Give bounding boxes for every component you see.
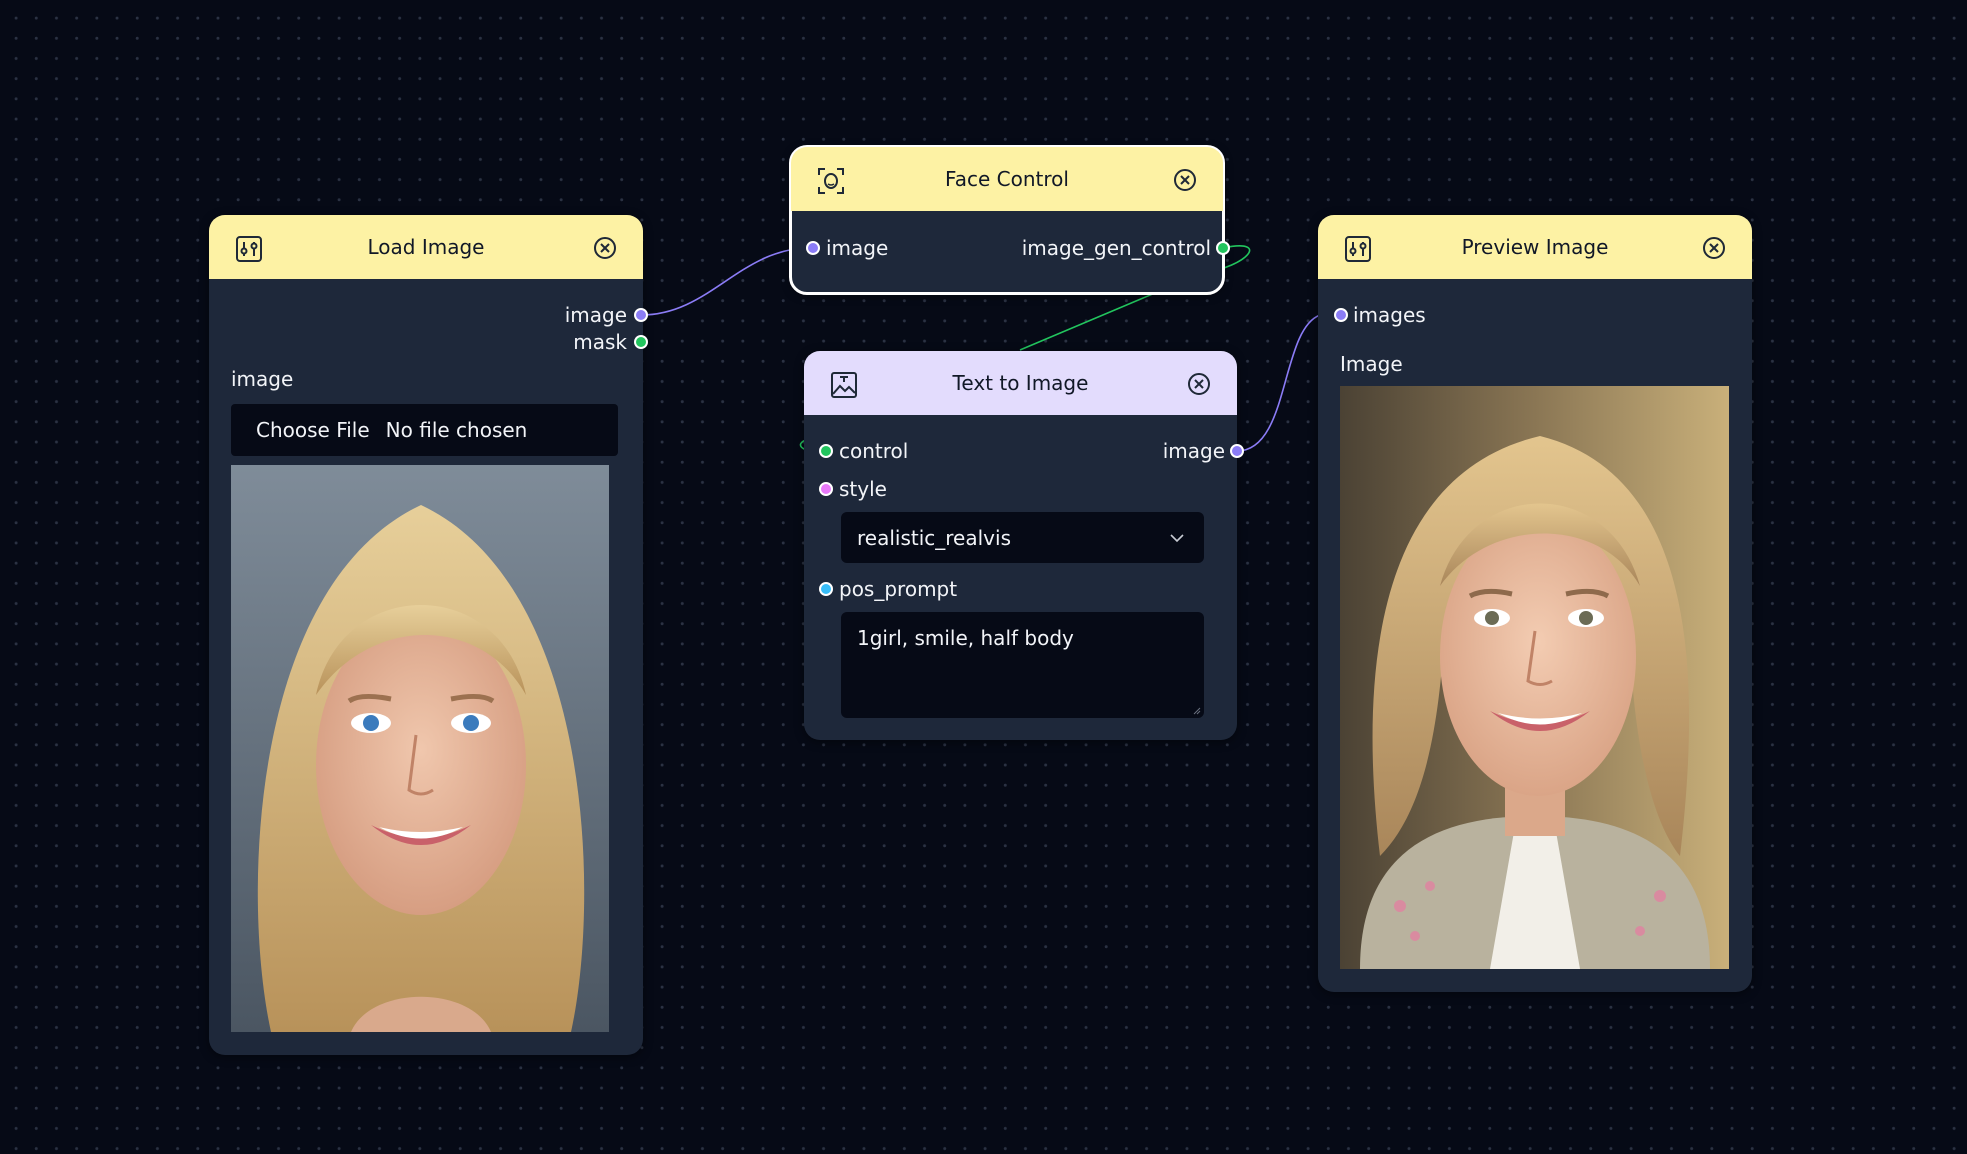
resize-handle-icon[interactable]: [1193, 707, 1201, 715]
style-selected-value: realistic_realvis: [857, 525, 1011, 550]
output-image-label: image: [564, 303, 627, 327]
choose-file-button[interactable]: Choose File: [256, 418, 370, 442]
image-field-label: Image: [1340, 352, 1403, 376]
generated-image-preview: [1340, 386, 1729, 969]
close-icon[interactable]: [593, 236, 617, 260]
node-title: Face Control: [945, 167, 1069, 191]
output-image-port[interactable]: [1230, 444, 1244, 458]
input-control-port[interactable]: [819, 444, 833, 458]
node-title: Preview Image: [1461, 235, 1609, 259]
close-icon[interactable]: [1173, 168, 1197, 192]
image-text-icon: [831, 372, 857, 398]
text-to-image-node[interactable]: Text to Image control image style realis…: [804, 351, 1237, 740]
pos-prompt-textarea[interactable]: 1girl, smile, half body: [841, 612, 1204, 718]
close-icon[interactable]: [1702, 236, 1726, 260]
portrait-image: [231, 465, 609, 1032]
input-images-label: images: [1353, 303, 1426, 327]
load-image-node[interactable]: Load Image image mask image Choose File …: [209, 215, 643, 1055]
face-control-node[interactable]: Face Control image image_gen_control: [789, 145, 1225, 295]
load-image-header[interactable]: Load Image: [209, 215, 643, 279]
input-pos-prompt-port[interactable]: [819, 582, 833, 596]
input-control-label: control: [839, 439, 909, 463]
close-icon[interactable]: [1187, 372, 1211, 396]
preview-image-node[interactable]: Preview Image images Image: [1318, 215, 1752, 992]
input-pos-prompt-label: pos_prompt: [839, 577, 958, 601]
output-mask-label: mask: [573, 330, 627, 354]
input-images-port[interactable]: [1334, 308, 1348, 322]
style-select[interactable]: realistic_realvis: [841, 512, 1204, 563]
output-image-label: image: [1162, 439, 1225, 463]
uploaded-image-preview: [231, 465, 609, 1032]
node-title: Text to Image: [952, 371, 1089, 395]
face-scan-icon: [818, 168, 844, 194]
generated-portrait-image: [1340, 386, 1729, 969]
sliders-icon: [1345, 236, 1371, 262]
pos-prompt-text: 1girl, smile, half body: [857, 626, 1074, 650]
image-field-label: image: [231, 367, 294, 391]
input-style-port[interactable]: [819, 482, 833, 496]
preview-image-header[interactable]: Preview Image: [1318, 215, 1752, 279]
text-to-image-header[interactable]: Text to Image: [804, 351, 1237, 415]
wire-image-to-face-control: [640, 247, 811, 316]
input-image-port[interactable]: [806, 241, 820, 255]
output-image-port[interactable]: [634, 308, 648, 322]
file-input[interactable]: Choose File No file chosen: [231, 404, 618, 456]
wire-text-to-image-to-preview: [1236, 314, 1321, 452]
input-style-label: style: [839, 477, 887, 501]
chevron-down-icon: [1170, 533, 1184, 542]
node-title: Load Image: [367, 235, 485, 259]
face-control-header[interactable]: Face Control: [791, 147, 1223, 211]
file-status-text: No file chosen: [385, 418, 528, 442]
output-image-gen-control-label: image_gen_control: [1021, 236, 1211, 260]
input-image-label: image: [826, 236, 889, 260]
output-image-gen-control-port[interactable]: [1216, 241, 1230, 255]
sliders-icon: [236, 236, 262, 262]
output-mask-port[interactable]: [634, 335, 648, 349]
